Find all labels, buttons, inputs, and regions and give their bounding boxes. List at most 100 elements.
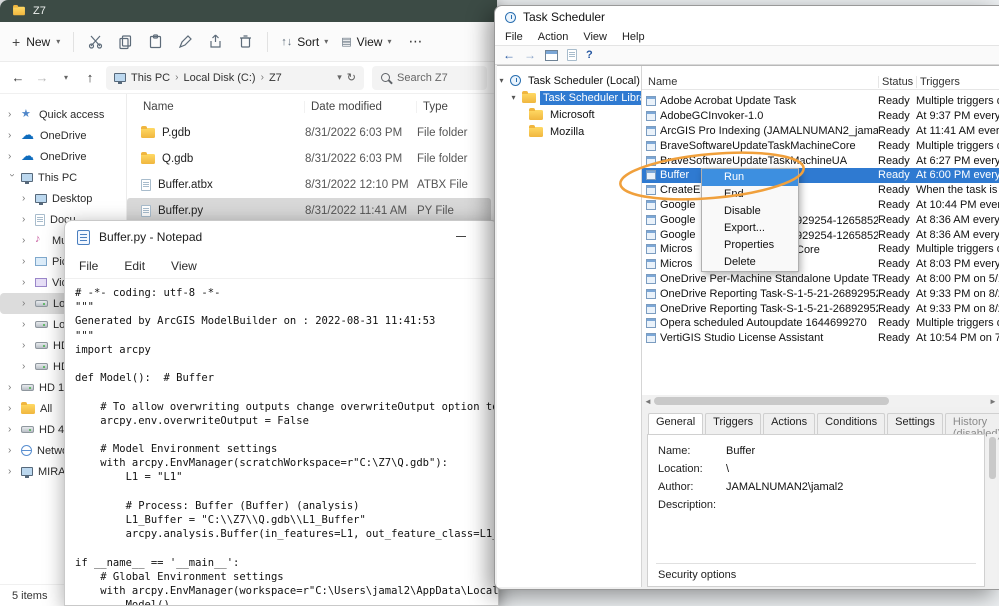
task-row-buffer[interactable]: BufferReadyAt 6:00 PM every day	[642, 168, 999, 183]
file-row[interactable]: Buffer.atbx 8/31/2022 12:10 PM ATBX File	[127, 172, 491, 198]
file-row[interactable]: P.gdb 8/31/2022 6:03 PM File folder	[127, 120, 491, 146]
context-menu-item-disable[interactable]: Disable	[702, 203, 798, 220]
task-row[interactable]: OneDrive Per-Machine Standalone Update T…	[642, 272, 999, 287]
task-row[interactable]: Google929254-1265852...ReadyAt 8:36 AM e…	[642, 227, 999, 242]
task-row[interactable]: OneDrive Reporting Task-S-1-5-21-2689295…	[642, 286, 999, 301]
forward-button[interactable]: →	[524, 48, 536, 62]
context-menu-item-delete[interactable]: Delete	[702, 254, 798, 271]
tree-item-microsoft[interactable]: Microsoft	[497, 106, 641, 123]
task-row[interactable]: GoogleReadyAt 10:44 PM every day	[642, 198, 999, 213]
sidebar-item-onedrive-2[interactable]: ›OneDrive	[0, 146, 126, 167]
context-menu-item-export[interactable]: Export...	[702, 220, 798, 237]
column-header-status[interactable]: Status	[878, 76, 916, 88]
export-list-icon[interactable]	[567, 49, 577, 61]
up-button[interactable]: ↑	[82, 70, 98, 85]
task-scheduler-titlebar[interactable]: Task Scheduler	[495, 6, 999, 28]
code-line: # To allow overwriting outputs change ov…	[75, 401, 498, 415]
menu-action[interactable]: Action	[538, 31, 569, 43]
copy-icon[interactable]	[117, 33, 134, 50]
horizontal-scrollbar[interactable]: ◄ ►	[642, 395, 999, 407]
scroll-right-arrow[interactable]: ►	[987, 397, 999, 406]
sidebar-item-quick-access[interactable]: ›Quick access	[0, 104, 126, 125]
task-row[interactable]: BraveSoftwareUpdateTaskMachineUAReadyAt …	[642, 153, 999, 168]
cloud-icon	[21, 151, 35, 163]
vertical-scrollbar[interactable]	[987, 434, 997, 585]
task-row[interactable]: Opera scheduled Autoupdate 1644699270Rea…	[642, 316, 999, 331]
column-header-type[interactable]: Type	[417, 101, 497, 113]
folder-icon	[529, 127, 543, 137]
refresh-icon[interactable]: ↻	[347, 71, 356, 84]
back-button[interactable]: ←	[10, 70, 26, 85]
menu-view[interactable]: View	[171, 259, 197, 273]
search-input[interactable]: Search Z7	[372, 66, 487, 90]
task-row[interactable]: OneDrive Reporting Task-S-1-5-21-2689295…	[642, 301, 999, 316]
help-icon[interactable]: ?	[586, 49, 593, 61]
notepad-editor[interactable]: # -*- coding: utf-8 -*- """ Generated by…	[65, 279, 498, 605]
section-divider	[656, 563, 976, 564]
menu-edit[interactable]: Edit	[124, 259, 145, 273]
context-menu-item-end[interactable]: End	[702, 186, 798, 203]
sidebar-item-desktop[interactable]: ›Desktop	[0, 188, 126, 209]
file-row[interactable]: Q.gdb 8/31/2022 6:03 PM File folder	[127, 146, 491, 172]
share-icon[interactable]	[207, 33, 224, 50]
sidebar-item-this-pc[interactable]: ›This PC	[0, 167, 126, 188]
new-button-label: New	[26, 35, 50, 49]
menu-file[interactable]: File	[505, 31, 523, 43]
forward-button[interactable]: →	[34, 70, 50, 85]
computer-icon	[21, 173, 33, 182]
scheduler-tree-pane: ▾Task Scheduler (Local) ▾Task Scheduler …	[497, 66, 642, 587]
menu-view[interactable]: View	[583, 31, 607, 43]
paste-icon[interactable]	[147, 33, 164, 50]
notepad-titlebar[interactable]: Buffer.py - Notepad	[65, 221, 498, 253]
task-row[interactable]: Adobe Acrobat Update TaskReadyMultiple t…	[642, 94, 999, 109]
task-row[interactable]: MicrosCoreReadyMultiple triggers defi	[642, 242, 999, 257]
task-row[interactable]: Google929254-1265852...ReadyAt 8:36 AM e…	[642, 212, 999, 227]
chevron-right-icon: ›	[175, 72, 178, 83]
scroll-left-arrow[interactable]: ◄	[642, 397, 654, 406]
menu-help[interactable]: Help	[622, 31, 645, 43]
tree-item-task-scheduler-library[interactable]: ▾Task Scheduler Library	[497, 89, 641, 106]
cut-icon[interactable]	[87, 33, 104, 50]
task-row[interactable]: ArcGIS Pro Indexing (JAMALNUMAN2_jamal2)…	[642, 124, 999, 139]
desktop-icon	[35, 194, 47, 203]
network-icon	[21, 445, 32, 456]
more-button[interactable]: ⋯	[408, 33, 423, 50]
chevron-right-icon: ›	[8, 109, 16, 120]
chevron-right-icon: ›	[8, 445, 16, 456]
breadcrumb-this-pc[interactable]: This PC	[131, 72, 170, 84]
breadcrumb-local-disk-c[interactable]: Local Disk (C:)	[183, 72, 255, 84]
tree-item-mozilla[interactable]: Mozilla	[497, 123, 641, 140]
tree-item-task-scheduler-local[interactable]: ▾Task Scheduler (Local)	[497, 72, 641, 89]
breadcrumb-z7[interactable]: Z7	[269, 72, 282, 84]
sort-button[interactable]: ↑↓ Sort ▾	[281, 35, 328, 49]
new-button[interactable]: + New ▾	[12, 34, 60, 50]
column-header-triggers[interactable]: Triggers	[916, 76, 999, 88]
address-bar[interactable]: This PC › Local Disk (C:) › Z7 ▾ ↻	[106, 66, 364, 90]
code-line: # Global Environment settings	[75, 571, 498, 585]
scrollbar-thumb[interactable]	[989, 437, 996, 479]
scrollbar-thumb[interactable]	[654, 397, 889, 405]
task-row[interactable]: AdobeGCInvoker-1.0ReadyAt 9:37 PM every …	[642, 109, 999, 124]
context-menu-item-run[interactable]: Run	[702, 169, 798, 186]
column-header-name[interactable]: Name	[127, 101, 305, 113]
view-button[interactable]: ▤ View ▾	[341, 35, 391, 49]
sidebar-item-onedrive-1[interactable]: ›OneDrive	[0, 125, 126, 146]
delete-icon[interactable]	[237, 33, 254, 50]
chevron-down-icon[interactable]: ▾	[337, 72, 342, 83]
drive-icon	[35, 363, 48, 370]
task-row[interactable]: CreateEReadyWhen the task is crea	[642, 183, 999, 198]
back-button[interactable]: ←	[503, 48, 515, 62]
rename-icon[interactable]	[177, 33, 194, 50]
task-row[interactable]: VertiGIS Studio License AssistantReadyAt…	[642, 331, 999, 346]
menu-file[interactable]: File	[79, 259, 98, 273]
explorer-titlebar[interactable]: Z7	[0, 0, 497, 22]
minimize-button[interactable]	[456, 236, 466, 237]
recent-locations-icon[interactable]: ▾	[58, 73, 74, 82]
context-menu-item-properties[interactable]: Properties	[702, 237, 798, 254]
column-header-date-modified[interactable]: Date modified	[305, 101, 417, 113]
code-line: import arcpy	[75, 344, 498, 358]
task-row[interactable]: BraveSoftwareUpdateTaskMachineCoreReadyM…	[642, 138, 999, 153]
console-tree-icon[interactable]	[545, 50, 558, 61]
task-row[interactable]: MicrosReadyAt 8:03 PM every day	[642, 257, 999, 272]
column-header-name[interactable]: Name	[642, 76, 878, 88]
